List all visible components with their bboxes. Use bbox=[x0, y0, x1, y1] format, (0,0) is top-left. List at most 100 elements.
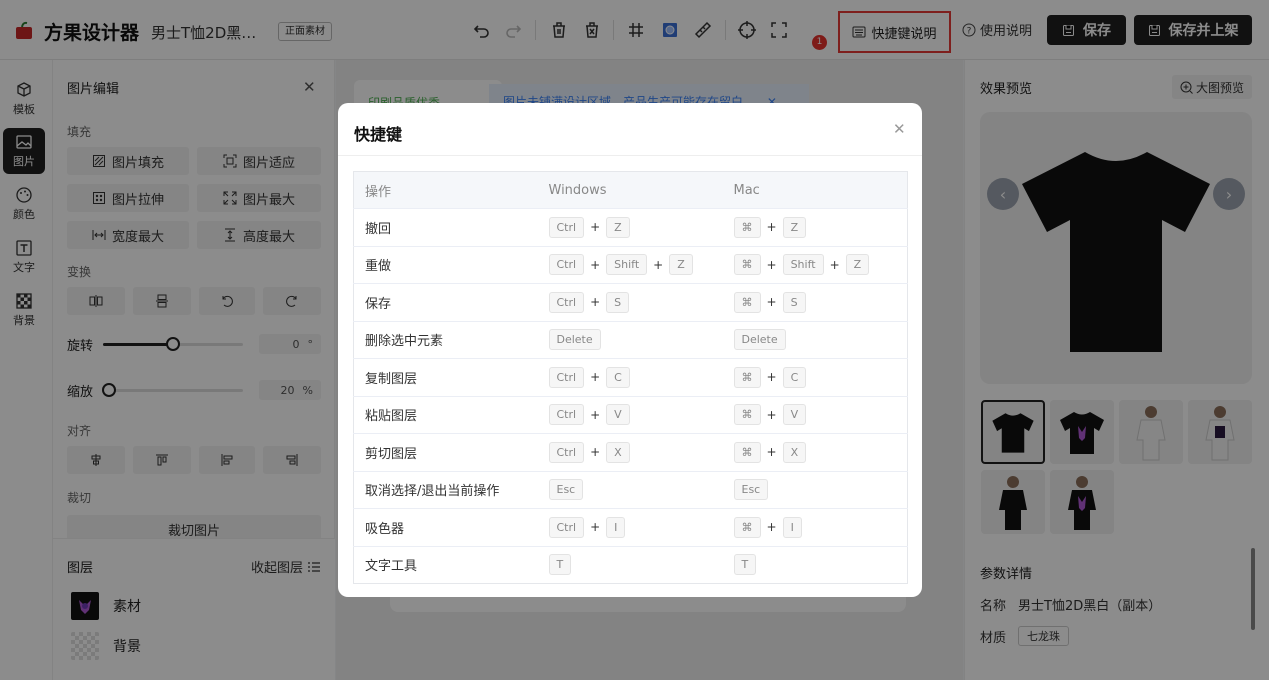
plus-sign: + bbox=[766, 220, 777, 235]
plus-sign: + bbox=[590, 220, 601, 235]
keycap: Z bbox=[782, 216, 807, 238]
shortcut-action: 重做 bbox=[353, 245, 538, 284]
table-row: 删除选中元素 Delete Delete bbox=[353, 320, 908, 359]
shortcut-action: 删除选中元素 bbox=[353, 320, 538, 359]
plus-sign: + bbox=[590, 295, 601, 310]
key-combo: T bbox=[548, 554, 722, 576]
shortcut-action: 文字工具 bbox=[353, 545, 538, 584]
keycap: Ctrl bbox=[548, 441, 585, 463]
key-combo: Ctrl + X bbox=[548, 441, 722, 463]
plus-sign: + bbox=[590, 445, 601, 460]
table-header-row: 操作 Windows Mac bbox=[353, 171, 908, 209]
keycap: I bbox=[606, 516, 626, 538]
shortcut-action: 保存 bbox=[353, 283, 538, 321]
column-header: Mac bbox=[722, 171, 908, 209]
plus-sign: + bbox=[766, 295, 777, 310]
mac-keys: Esc bbox=[722, 470, 908, 509]
mac-keys: ⌘ + C bbox=[722, 358, 908, 396]
column-header: 操作 bbox=[353, 171, 538, 209]
keycap: S bbox=[782, 291, 806, 313]
shortcut-action: 复制图层 bbox=[353, 358, 538, 396]
shortcut-table: 操作 Windows Mac 撤回 Ctrl + Z ⌘ + Z 重做 Ctrl + Shift + Z… bbox=[353, 171, 908, 584]
key-combo: ⌘ + X bbox=[733, 441, 907, 463]
plus-sign: + bbox=[766, 257, 777, 272]
windows-keys: T bbox=[537, 545, 723, 584]
keycap: Esc bbox=[733, 479, 769, 501]
keycap: Z bbox=[845, 254, 870, 276]
keycap: X bbox=[782, 441, 807, 463]
windows-keys: Ctrl + C bbox=[537, 358, 723, 396]
keycap: Z bbox=[669, 254, 693, 276]
windows-keys: Delete bbox=[537, 320, 723, 359]
plus-sign: + bbox=[829, 257, 840, 272]
table-row: 撤回 Ctrl + Z ⌘ + Z bbox=[353, 208, 908, 246]
keycap: ⌘ bbox=[733, 216, 761, 238]
table-row: 文字工具 T T bbox=[353, 545, 908, 584]
keycap: Delete bbox=[733, 329, 786, 351]
shortcut-modal: 快捷键 ✕ 操作 Windows Mac 撤回 Ctrl + Z ⌘ + Z 重做 Ctrl + S… bbox=[338, 103, 922, 597]
table-row: 吸色器 Ctrl + I ⌘ + I bbox=[353, 508, 908, 546]
modal-close-icon[interactable]: ✕ bbox=[893, 120, 906, 138]
windows-keys: Ctrl + Z bbox=[537, 208, 723, 246]
mac-keys: ⌘ + Shift + Z bbox=[722, 245, 908, 284]
key-combo: Ctrl + V bbox=[548, 404, 722, 426]
keycap: I bbox=[782, 516, 802, 538]
mac-keys: ⌘ + I bbox=[722, 508, 908, 546]
key-combo: Ctrl + C bbox=[548, 366, 722, 388]
key-combo: T bbox=[733, 554, 907, 576]
keycap: T bbox=[733, 554, 757, 576]
shortcut-action: 剪切图层 bbox=[353, 433, 538, 471]
keycap: V bbox=[782, 404, 807, 426]
key-combo: ⌘ + Z bbox=[733, 216, 907, 238]
keycap: Ctrl bbox=[548, 404, 585, 426]
windows-keys: Esc bbox=[537, 470, 723, 509]
key-combo: ⌘ + V bbox=[733, 404, 907, 426]
key-combo: Ctrl + S bbox=[548, 291, 722, 313]
table-row: 粘贴图层 Ctrl + V ⌘ + V bbox=[353, 395, 908, 434]
keycap: Esc bbox=[548, 479, 584, 501]
key-combo: ⌘ + S bbox=[733, 291, 907, 313]
keycap: ⌘ bbox=[733, 441, 761, 463]
modal-title: 快捷键 bbox=[354, 125, 403, 144]
plus-sign: + bbox=[590, 520, 601, 535]
table-row: 取消选择/退出当前操作 Esc Esc bbox=[353, 470, 908, 509]
table-row: 复制图层 Ctrl + C ⌘ + C bbox=[353, 358, 908, 396]
modal-divider bbox=[338, 155, 922, 156]
keycap: ⌘ bbox=[733, 291, 761, 313]
shortcut-action: 撤回 bbox=[353, 208, 538, 246]
keycap: Shift bbox=[606, 254, 648, 276]
mac-keys: ⌘ + S bbox=[722, 283, 908, 321]
mac-keys: T bbox=[722, 545, 908, 584]
shortcut-action: 取消选择/退出当前操作 bbox=[353, 470, 538, 509]
keycap: Shift bbox=[782, 254, 824, 276]
plus-sign: + bbox=[766, 520, 777, 535]
keycap: Ctrl bbox=[548, 216, 585, 238]
table-row: 重做 Ctrl + Shift + Z ⌘ + Shift + Z bbox=[353, 245, 908, 284]
keycap: ⌘ bbox=[733, 254, 761, 276]
windows-keys: Ctrl + S bbox=[537, 283, 723, 321]
shortcut-action: 粘贴图层 bbox=[353, 395, 538, 434]
plus-sign: + bbox=[766, 445, 777, 460]
plus-sign: + bbox=[653, 257, 664, 272]
keycap: C bbox=[606, 366, 630, 388]
key-combo: Esc bbox=[733, 479, 907, 501]
plus-sign: + bbox=[590, 370, 601, 385]
mac-keys: ⌘ + V bbox=[722, 395, 908, 434]
mac-keys: ⌘ + X bbox=[722, 433, 908, 471]
keycap: ⌘ bbox=[733, 404, 761, 426]
keycap: Delete bbox=[548, 329, 601, 351]
keycap: Ctrl bbox=[548, 291, 585, 313]
key-combo: ⌘ + C bbox=[733, 366, 907, 388]
key-combo: Delete bbox=[733, 329, 907, 351]
shortcut-action: 吸色器 bbox=[353, 508, 538, 546]
mac-keys: ⌘ + Z bbox=[722, 208, 908, 246]
key-combo: Ctrl + Shift + Z bbox=[548, 254, 722, 276]
table-row: 保存 Ctrl + S ⌘ + S bbox=[353, 283, 908, 321]
windows-keys: Ctrl + Shift + Z bbox=[537, 245, 723, 284]
keycap: ⌘ bbox=[733, 516, 761, 538]
table-row: 剪切图层 Ctrl + X ⌘ + X bbox=[353, 433, 908, 471]
key-combo: Delete bbox=[548, 329, 722, 351]
keycap: V bbox=[606, 404, 630, 426]
keycap: T bbox=[548, 554, 572, 576]
keycap: Ctrl bbox=[548, 366, 585, 388]
